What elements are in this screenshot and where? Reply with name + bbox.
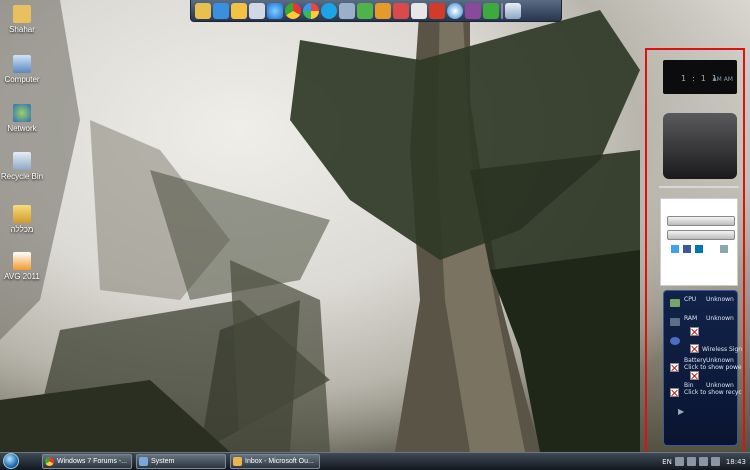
desktop-icon-network[interactable]: Network: [0, 104, 44, 133]
network-tray-icon[interactable]: [686, 457, 696, 466]
system-meter-gadget: CPU Unknown RAM Unknown Wireless Sign Ba…: [663, 290, 742, 446]
messenger-icon[interactable]: [357, 2, 373, 19]
computer-icon: [13, 55, 31, 73]
taskbar-item-label: Windows 7 Forums -...: [57, 458, 128, 465]
folder-icon[interactable]: [195, 2, 211, 19]
clock-ampm: AM AM: [712, 76, 733, 83]
desktop-icon-recycle-bin[interactable]: Recycle Bin: [0, 152, 44, 181]
notepad-icon[interactable]: [249, 2, 265, 19]
ram-label: RAM: [684, 315, 698, 322]
volume-icon[interactable]: [698, 457, 708, 466]
skype-icon[interactable]: [321, 2, 337, 19]
wireless-icon: [670, 337, 680, 345]
seven-icon[interactable]: [375, 2, 391, 19]
play-icon[interactable]: ▶: [678, 407, 684, 416]
system-icon: [139, 457, 148, 466]
broken-image-icon: [670, 363, 679, 372]
linkedin-icon[interactable]: [695, 245, 703, 253]
taskbar-item-system[interactable]: System: [136, 454, 226, 469]
outlook-icon[interactable]: [231, 2, 247, 19]
network-icon[interactable]: [339, 2, 355, 19]
password-field[interactable]: [667, 230, 735, 240]
desktop-icon-avg[interactable]: AVG 2011: [0, 252, 44, 281]
forest-image: [0, 0, 640, 452]
battery-hint[interactable]: Click to show powe: [684, 364, 742, 371]
slideshow-gadget[interactable]: [663, 113, 737, 179]
start-button[interactable]: [0, 453, 26, 470]
internet-explorer-icon[interactable]: [267, 2, 283, 19]
taskbar: Windows 7 Forums -... System Inbox - Mic…: [0, 452, 750, 470]
desktop-icon-label: Recycle Bin: [0, 172, 44, 181]
itunes-icon[interactable]: [447, 2, 463, 19]
pen-icon[interactable]: [411, 2, 427, 19]
twitter-icon[interactable]: [671, 245, 679, 253]
recycle-icon[interactable]: [505, 2, 521, 19]
tray-arrow-icon[interactable]: [674, 457, 684, 466]
desktop-icon-label: מכללה: [10, 225, 34, 234]
toolbar-separator: [501, 2, 503, 19]
battery-label: Battery: [684, 357, 707, 364]
ram-icon: [670, 318, 680, 326]
desktop-icon-label: Network: [7, 124, 37, 133]
utorrent-icon[interactable]: [483, 2, 499, 19]
language-indicator[interactable]: EN: [662, 458, 672, 466]
quick-launch-toolbar: [190, 0, 562, 22]
desktop-icon-shahar[interactable]: Shahar: [0, 5, 44, 34]
slideshow-slider[interactable]: [659, 186, 739, 188]
taskbar-item-label: System: [151, 458, 175, 465]
clock-gadget[interactable]: 1:11 AM AM: [663, 60, 737, 94]
paint-icon[interactable]: [393, 2, 409, 19]
desktop-icon-label: Shahar: [9, 25, 35, 34]
chrome-icon: [45, 457, 54, 466]
desktop-icon-college-folder[interactable]: מכללה: [0, 205, 44, 234]
flash-icon[interactable]: [429, 2, 445, 19]
bin-label: Bin: [684, 382, 694, 389]
recycle-bin-icon: [13, 152, 31, 170]
dropbox-icon[interactable]: [213, 2, 229, 19]
broken-image-icon: [670, 388, 679, 397]
social-gadget: [660, 198, 738, 286]
settings-icon[interactable]: [720, 245, 728, 253]
picasa-icon[interactable]: [303, 2, 319, 19]
taskbar-item-windows7forums[interactable]: Windows 7 Forums -...: [42, 454, 132, 469]
user-folder-icon: [13, 5, 31, 23]
broken-image-icon: [690, 344, 699, 353]
bin-hint[interactable]: Click to show recyc: [684, 389, 742, 396]
wireless-label: Wireless Sign: [702, 346, 743, 353]
cpu-icon: [670, 299, 680, 307]
windows-orb-icon: [3, 453, 19, 469]
avg-icon: [13, 252, 31, 270]
folder-icon: [13, 205, 31, 223]
bin-value: Unknown: [706, 382, 734, 389]
desktop-icon-label: AVG 2011: [4, 272, 40, 281]
power-icon[interactable]: [710, 457, 720, 466]
taskbar-item-label: Inbox - Microsoft Ou...: [245, 458, 314, 465]
outlook-icon: [233, 457, 242, 466]
taskbar-item-outlook[interactable]: Inbox - Microsoft Ou...: [230, 454, 320, 469]
tray-clock[interactable]: 18:43: [726, 458, 746, 466]
system-tray: EN 18:43: [662, 453, 746, 470]
username-field[interactable]: [667, 216, 735, 226]
network-icon: [13, 104, 31, 122]
desktop-icon-computer[interactable]: Computer: [0, 55, 44, 84]
broken-image-icon: [690, 327, 699, 336]
chrome-icon[interactable]: [285, 2, 301, 19]
facebook-icon[interactable]: [683, 245, 691, 253]
broken-image-icon: [690, 371, 699, 380]
cpu-value: Unknown: [706, 296, 734, 303]
cpu-label: CPU: [684, 296, 697, 303]
ram-value: Unknown: [706, 315, 734, 322]
desktop-wallpaper: [0, 0, 750, 469]
battery-value: Unknown: [706, 357, 734, 364]
desktop-icon-label: Computer: [4, 75, 40, 84]
winrar-icon[interactable]: [465, 2, 481, 19]
